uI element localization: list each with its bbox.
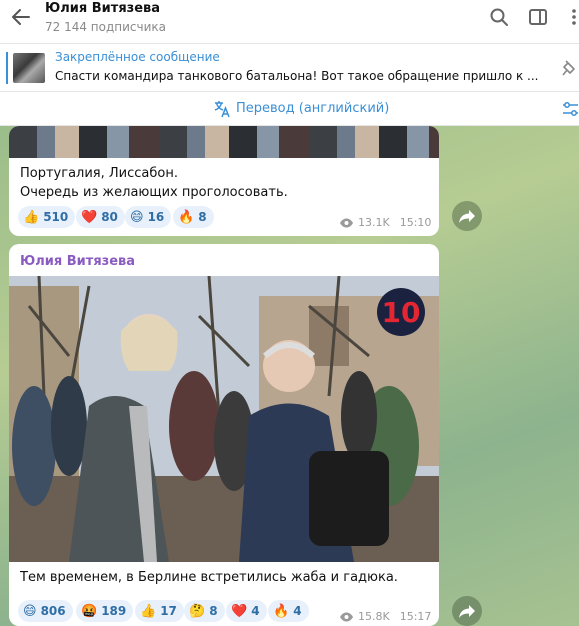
reaction-heart[interactable]: ❤️ 80: [76, 206, 125, 228]
thumbs-up-icon: 👍: [140, 603, 157, 619]
translate-label[interactable]: Перевод (английский): [236, 101, 389, 116]
reaction-count: 189: [101, 604, 127, 618]
share-arrow-icon: [459, 605, 475, 618]
heart-icon: ❤️: [231, 603, 248, 619]
reaction-thumbs-up[interactable]: 👍 510: [18, 206, 76, 228]
chat-title[interactable]: Юлия Витязева: [45, 1, 160, 16]
reaction-count: 8: [209, 604, 218, 618]
message-photo[interactable]: 10: [9, 276, 439, 562]
share-arrow-icon: [459, 210, 475, 223]
reaction-count: 4: [251, 604, 260, 618]
message-photo[interactable]: [9, 126, 439, 158]
message-meta: 15.8K 15:17: [339, 610, 431, 623]
share-button[interactable]: [452, 596, 482, 626]
fire-icon: 🔥: [273, 603, 290, 619]
reaction-fire[interactable]: 🔥 8: [173, 206, 214, 228]
back-arrow-icon[interactable]: [10, 6, 32, 28]
reaction-count: 80: [101, 210, 118, 224]
message-time: 15:17: [399, 610, 432, 623]
thumbs-up-icon: 👍: [23, 209, 40, 225]
chat-header: Юлия Витязева 72 144 подписчика: [0, 0, 579, 44]
message-meta: 13.1K 15:10: [339, 216, 431, 229]
message-time: 15:10: [399, 216, 432, 229]
pinned-thumbnail: [13, 53, 45, 83]
views-count: 15.8K: [358, 610, 390, 623]
translate-bar[interactable]: Перевод (английский): [0, 92, 579, 126]
reaction-count: 806: [40, 604, 66, 618]
reaction-laugh[interactable]: 😄 806: [18, 600, 73, 622]
more-icon[interactable]: [564, 7, 579, 27]
pinned-label: Закреплённое сообщение: [55, 50, 220, 64]
reaction-count: 4: [293, 604, 302, 618]
reaction-angry[interactable]: 🤬 189: [76, 600, 134, 622]
angry-face-icon: 🤬: [81, 603, 98, 619]
pin-icon[interactable]: [559, 58, 579, 78]
heart-icon: ❤️: [81, 209, 98, 225]
reaction-count: 510: [43, 210, 69, 224]
translate-icon: [214, 101, 230, 118]
watermark-logo: 10: [377, 288, 425, 336]
reaction-count: 8: [198, 210, 207, 224]
reaction-count: 17: [160, 604, 177, 618]
message-caption-line: Очередь из желающих проголосовать.: [20, 185, 288, 200]
search-icon[interactable]: [489, 7, 509, 27]
reaction-count: 16: [147, 210, 165, 224]
views-count: 13.1K: [358, 216, 390, 229]
pinned-text: Спасти командира танкового батальона! Во…: [55, 69, 539, 83]
reaction-heart[interactable]: ❤️ 4: [226, 600, 267, 622]
laugh-icon: 😄: [130, 209, 144, 225]
reaction-thinking[interactable]: 🤔 8: [184, 600, 225, 622]
fire-icon: 🔥: [178, 209, 195, 225]
reaction-thumbs-up[interactable]: 👍 17: [135, 600, 184, 622]
share-button[interactable]: [452, 201, 482, 231]
message-caption: Тем временем, в Берлине встретились жаба…: [20, 570, 398, 585]
sidebar-toggle-icon[interactable]: [528, 7, 548, 27]
pinned-message-bar[interactable]: Закреплённое сообщение Спасти командира …: [0, 44, 579, 92]
pinned-indicator: [6, 52, 8, 84]
reaction-fire[interactable]: 🔥 4: [268, 600, 309, 622]
thinking-face-icon: 🤔: [189, 603, 206, 619]
reaction-laugh[interactable]: 😄 16: [125, 206, 172, 228]
subscriber-count: 72 144 подписчика: [45, 20, 167, 34]
photo-scene: [9, 276, 439, 562]
laugh-icon: 😄: [23, 603, 37, 619]
message-caption-line: Португалия, Лиссабон.: [20, 166, 178, 181]
chat-background: Португалия, Лиссабон. Очередь из желающи…: [0, 126, 579, 626]
message-bubble-lisbon[interactable]: Португалия, Лиссабон. Очередь из желающи…: [9, 126, 439, 236]
views-eye-icon: [340, 218, 353, 227]
views-eye-icon: [340, 612, 353, 621]
message-bubble-berlin[interactable]: Юлия Витязева 10 Тем временем, в Берлине…: [9, 244, 439, 626]
sender-name[interactable]: Юлия Витязева: [20, 254, 135, 269]
filter-settings-icon[interactable]: [562, 101, 579, 118]
